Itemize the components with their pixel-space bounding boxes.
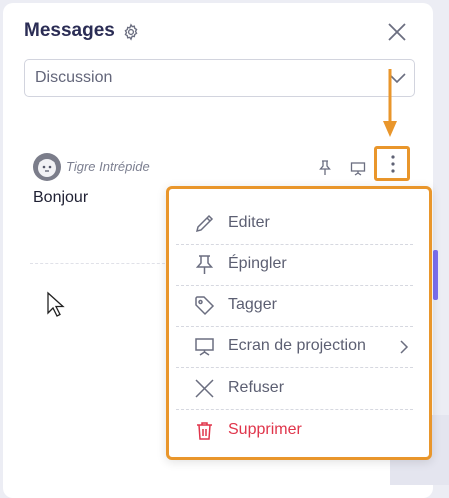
menu-item-label: Tagger — [228, 296, 277, 313]
menu-item-tag[interactable]: Tagger — [176, 286, 413, 327]
gear-icon[interactable] — [122, 23, 140, 41]
pin-icon — [195, 255, 214, 274]
divider — [30, 263, 170, 264]
menu-item-refuse[interactable]: Refuser — [176, 369, 413, 410]
pencil-icon — [195, 214, 214, 233]
message-text: Bonjour — [33, 189, 89, 206]
menu-item-label: Refuser — [228, 379, 285, 396]
scroll-indicator — [433, 250, 438, 300]
menu-item-label: Ecran de projection — [228, 337, 366, 354]
tag-icon — [195, 296, 215, 316]
context-menu: Editer Épingler Tagger Ecran de projecti… — [166, 186, 432, 460]
projector-icon[interactable] — [350, 161, 366, 176]
more-vertical-icon — [391, 155, 395, 173]
menu-item-label: Supprimer — [228, 421, 302, 438]
avatar — [33, 153, 61, 181]
channel-select-value: Discussion — [35, 69, 113, 86]
annotation-arrow — [383, 69, 397, 137]
menu-item-pin[interactable]: Épingler — [176, 245, 413, 286]
menu-item-label: Épingler — [228, 255, 287, 272]
mouse-cursor-icon — [47, 291, 65, 317]
menu-item-projection[interactable]: Ecran de projection — [176, 327, 413, 368]
chevron-right-icon — [400, 340, 409, 354]
channel-select[interactable]: Discussion — [24, 59, 415, 97]
x-icon — [195, 379, 214, 398]
trash-icon — [197, 422, 212, 440]
message-author: Tigre Intrépide — [66, 159, 150, 174]
close-icon[interactable] — [387, 22, 407, 42]
page-title: Messages — [24, 20, 115, 41]
more-options-button[interactable] — [374, 146, 410, 181]
projector-icon — [195, 338, 214, 356]
menu-item-delete[interactable]: Supprimer — [176, 411, 413, 451]
menu-item-edit[interactable]: Editer — [176, 204, 413, 245]
pin-icon[interactable] — [318, 160, 332, 176]
menu-item-label: Editer — [228, 214, 270, 231]
